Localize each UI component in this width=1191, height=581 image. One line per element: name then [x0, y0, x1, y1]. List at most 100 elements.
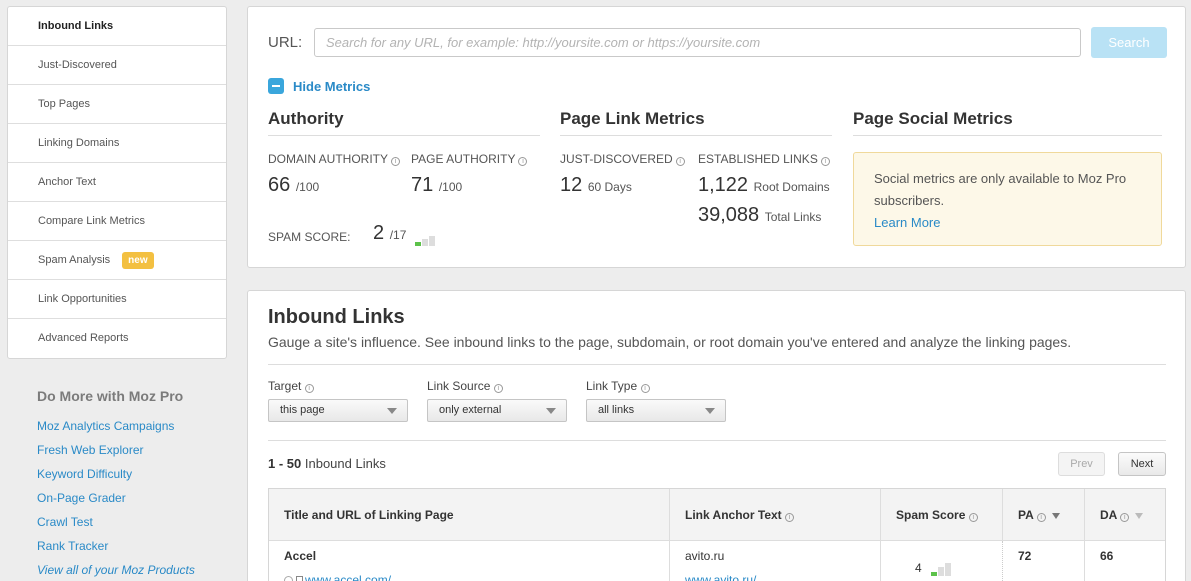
sidebar-item-advanced-reports[interactable]: Advanced Reports	[8, 319, 226, 358]
target-filter-label: Target i	[268, 379, 314, 393]
anchor-text: avito.ru	[685, 549, 725, 563]
sidebar-item-anchor-text[interactable]: Anchor Text	[8, 163, 226, 202]
just-discovered-label: JUST-DISCOVERED i	[560, 152, 685, 166]
do-more-link-on-page-grader[interactable]: On-Page Grader	[37, 490, 227, 514]
page-authority-value: 71	[411, 174, 434, 196]
page-authority-max: /100	[438, 180, 463, 194]
info-icon[interactable]: i	[391, 157, 401, 166]
linking-page-url[interactable]: www.accel.com/	[305, 573, 391, 581]
page-icon[interactable]	[296, 576, 303, 581]
root-domains-value: 1,122	[698, 174, 749, 196]
link-source-select[interactable]: only external	[427, 399, 567, 422]
just-discovered-value: 12	[560, 174, 583, 196]
do-more-link-fresh-web-explorer[interactable]: Fresh Web Explorer	[37, 442, 227, 466]
info-icon[interactable]: i	[304, 384, 314, 393]
root-domains-metric: 1,122 Root Domains	[698, 174, 830, 197]
inbound-links-title: Inbound Links	[268, 306, 405, 328]
cell-title-url: Accel www.accel.com/	[269, 541, 670, 581]
do-more-link-keyword-difficulty[interactable]: Keyword Difficulty	[37, 466, 227, 490]
search-icon[interactable]	[284, 576, 293, 581]
column-header-pa[interactable]: PA i	[1003, 489, 1085, 541]
results-label: Inbound Links	[304, 456, 386, 471]
column-header-title-url[interactable]: Title and URL of Linking Page	[269, 489, 670, 541]
spam-score-value: 4	[915, 561, 922, 575]
sort-descending-icon[interactable]	[1051, 513, 1060, 519]
new-badge: new	[122, 251, 154, 269]
column-header-spam-score-label: Spam Score	[896, 508, 966, 522]
linking-page-title: Accel	[284, 549, 317, 563]
column-header-pa-label: PA	[1018, 508, 1034, 522]
results-range: 1 - 50	[268, 456, 302, 471]
prev-page-button[interactable]: Prev	[1058, 452, 1105, 476]
spam-score-bars-icon	[930, 562, 952, 576]
chevron-down-icon	[705, 408, 715, 414]
inbound-links-panel: Inbound Links Gauge a site's influence. …	[247, 290, 1186, 581]
page-authority-metric: 71 /100	[411, 174, 462, 197]
social-message: Social metrics are only available to Moz…	[874, 171, 1127, 208]
domain-authority-label: DOMAIN AUTHORITY i	[268, 152, 401, 166]
learn-more-link[interactable]: Learn More	[874, 215, 940, 230]
domain-authority-value: 66	[268, 174, 291, 196]
just-discovered-label-text: JUST-DISCOVERED	[560, 152, 673, 166]
inbound-links-description: Gauge a site's influence. See inbound li…	[268, 334, 1072, 350]
link-type-select[interactable]: all links	[586, 399, 726, 422]
info-icon[interactable]: i	[493, 384, 503, 393]
total-links-metric: 39,088 Total Links	[698, 204, 821, 227]
domain-authority-label-text: DOMAIN AUTHORITY	[268, 152, 389, 166]
target-select[interactable]: this page	[268, 399, 408, 422]
link-source-filter-label: Link Source i	[427, 379, 503, 393]
established-links-label-text: ESTABLISHED LINKS	[698, 152, 818, 166]
column-header-anchor-text[interactable]: Link Anchor Text i	[670, 489, 881, 541]
url-label: URL:	[268, 34, 303, 51]
do-more-link-analytics-campaigns[interactable]: Moz Analytics Campaigns	[37, 418, 227, 442]
spam-score-max: /17	[389, 228, 407, 242]
link-source-select-value: only external	[439, 404, 502, 416]
social-metrics-notice: Social metrics are only available to Moz…	[853, 152, 1162, 246]
sidebar-item-inbound-links[interactable]: Inbound Links	[8, 7, 226, 46]
sidebar-item-label: Just-Discovered	[38, 59, 117, 71]
info-icon[interactable]: i	[518, 157, 528, 166]
do-more-link-rank-tracker[interactable]: Rank Tracker	[37, 538, 227, 562]
cell-da: 66	[1100, 549, 1114, 563]
do-more-link-crawl-test[interactable]: Crawl Test	[37, 514, 227, 538]
sidebar-item-linking-domains[interactable]: Linking Domains	[8, 124, 226, 163]
sidebar-item-label: Inbound Links	[38, 20, 114, 32]
sidebar-item-compare-link-metrics[interactable]: Compare Link Metrics	[8, 202, 226, 241]
sidebar-item-top-pages[interactable]: Top Pages	[8, 85, 226, 124]
sort-descending-icon[interactable]	[1135, 513, 1144, 519]
anchor-url[interactable]: www.avito.ru/	[685, 573, 756, 581]
info-icon[interactable]: i	[968, 513, 978, 522]
hide-metrics-toggle[interactable]: Hide Metrics	[268, 78, 370, 94]
column-header-spam-score[interactable]: Spam Score i	[881, 489, 1003, 541]
sidebar-item-link-opportunities[interactable]: Link Opportunities	[8, 280, 226, 319]
chevron-down-icon	[546, 408, 556, 414]
just-discovered-metric: 12 60 Days	[560, 174, 632, 197]
sidebar-item-just-discovered[interactable]: Just-Discovered	[8, 46, 226, 85]
sidebar-item-spam-analysis[interactable]: Spam Analysis new	[8, 241, 226, 280]
sidebar-item-label: Link Opportunities	[38, 293, 127, 305]
search-button[interactable]: Search	[1091, 27, 1167, 58]
collapse-icon	[268, 78, 284, 94]
column-header-da[interactable]: DA i	[1085, 489, 1167, 541]
info-icon[interactable]: i	[1036, 513, 1046, 522]
info-icon[interactable]: i	[640, 384, 650, 393]
sidebar-item-label: Advanced Reports	[38, 332, 129, 344]
info-icon[interactable]: i	[675, 157, 685, 166]
target-select-value: this page	[280, 404, 325, 416]
domain-authority-metric: 66 /100	[268, 174, 319, 197]
column-header-anchor-text-label: Link Anchor Text	[685, 508, 782, 522]
cell-pa: 72	[1003, 541, 1085, 581]
established-links-label: ESTABLISHED LINKS i	[698, 152, 830, 166]
link-type-filter-label: Link Type i	[586, 379, 650, 393]
info-icon[interactable]: i	[1120, 513, 1130, 522]
total-links-value: 39,088	[698, 204, 760, 226]
info-icon[interactable]: i	[785, 513, 795, 522]
total-links-unit: Total Links	[764, 210, 822, 224]
root-domains-unit: Root Domains	[753, 180, 830, 194]
url-search-input[interactable]	[314, 28, 1081, 57]
do-more-link-view-all-products[interactable]: View all of your Moz Products	[37, 562, 227, 581]
sidebar-item-label: Top Pages	[38, 98, 90, 110]
page-authority-label: PAGE AUTHORITY i	[411, 152, 528, 166]
info-icon[interactable]: i	[820, 157, 830, 166]
next-page-button[interactable]: Next	[1118, 452, 1166, 476]
